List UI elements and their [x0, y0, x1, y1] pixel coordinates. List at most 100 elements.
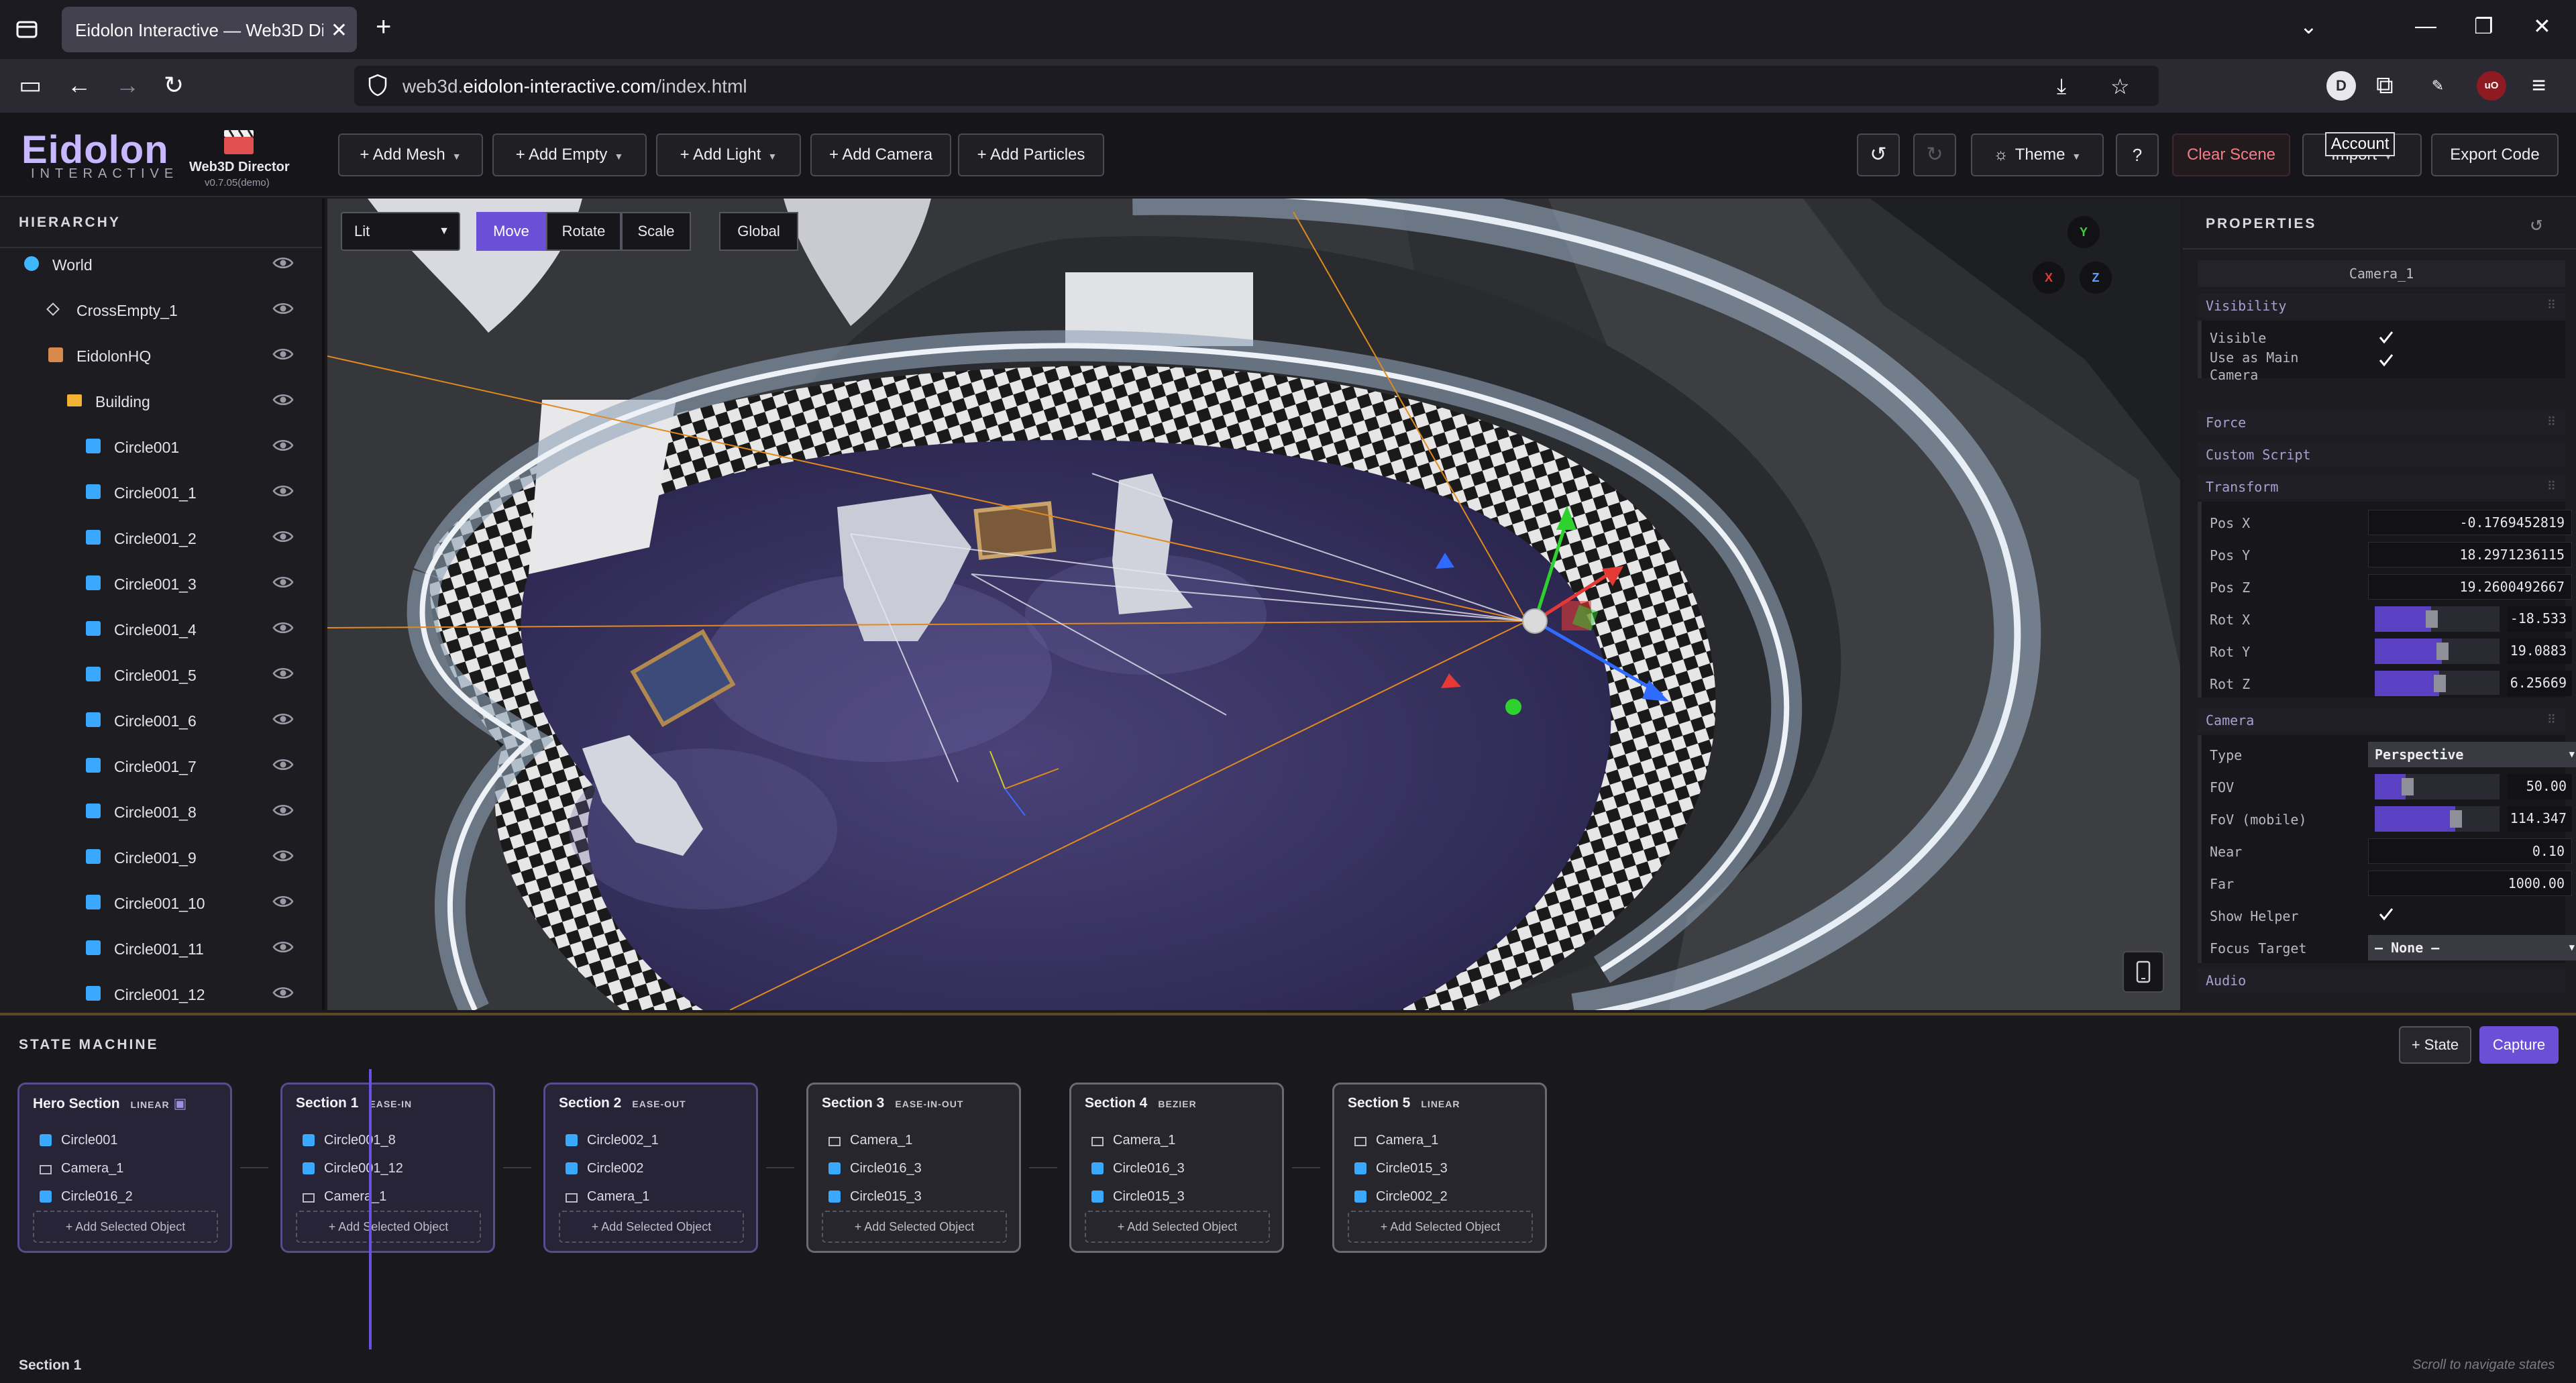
visible-checkbox[interactable] — [2377, 329, 2395, 346]
undo-icon[interactable]: ↺ — [1857, 133, 1900, 176]
easing-badge[interactable]: LINEAR — [131, 1099, 170, 1110]
export-code-button[interactable]: Export Code — [2431, 133, 2559, 176]
hierarchy-item[interactable]: Circle001_11 — [0, 926, 322, 971]
state-card[interactable]: Section 5 LINEAR Camera_1 Circle015_3 Circle… — [1332, 1083, 1547, 1253]
hierarchy-item[interactable]: Circle001_2 — [0, 515, 322, 561]
minimize-icon[interactable]: — — [2415, 13, 2436, 38]
state-object-item[interactable]: Circle001_8 — [303, 1133, 396, 1148]
timeline-playhead[interactable] — [369, 1069, 372, 1349]
hierarchy-item[interactable]: Building — [0, 378, 322, 424]
state-object-item[interactable]: Camera_1 — [1091, 1133, 1175, 1148]
visibility-eye-icon[interactable] — [272, 392, 294, 408]
bookmark-star-icon[interactable]: ☆ — [2110, 74, 2130, 99]
pos-x-input[interactable]: -0.1769452819 — [2368, 510, 2572, 535]
hierarchy-item[interactable]: Circle001 — [0, 424, 322, 469]
state-object-item[interactable]: Circle002 — [566, 1161, 643, 1176]
rot-x-input[interactable]: -18.533 — [2508, 606, 2572, 632]
add-particles-button[interactable]: + Add Particles — [958, 133, 1104, 176]
state-object-item[interactable]: Camera_1 — [303, 1189, 386, 1205]
rot-z-input[interactable]: 6.25669 — [2508, 671, 2572, 696]
ublock-icon[interactable]: uO — [2477, 71, 2506, 101]
tab-overflow-chevron-icon[interactable]: ⌄ — [2300, 13, 2318, 39]
view-axis-z-button[interactable]: Z — [2080, 262, 2112, 294]
state-object-item[interactable]: Camera_1 — [828, 1133, 912, 1148]
hierarchy-item[interactable]: Circle001_3 — [0, 561, 322, 606]
state-object-item[interactable]: Circle002_2 — [1354, 1189, 1448, 1205]
space-toggle-button[interactable]: Global — [719, 212, 798, 251]
add-empty-button[interactable]: + Add Empty ▼ — [492, 133, 647, 176]
state-object-item[interactable]: Circle002_1 — [566, 1133, 659, 1148]
hierarchy-item[interactable]: Circle001_6 — [0, 698, 322, 743]
section-camera[interactable]: Camera ⠿ — [2198, 708, 2565, 732]
state-object-item[interactable]: Circle015_3 — [1091, 1189, 1185, 1205]
state-card[interactable]: Section 3 EASE-IN-OUT Camera_1 Circle016_3 C… — [806, 1083, 1021, 1253]
section-custom-script[interactable]: Custom Script — [2198, 443, 2565, 467]
hierarchy-item[interactable]: Circle001_1 — [0, 469, 322, 515]
pos-z-input[interactable]: 19.2600492667 — [2368, 574, 2572, 600]
move-mode-button[interactable]: Move — [476, 212, 546, 251]
restore-icon[interactable]: ❐ — [2474, 13, 2493, 39]
site-security-icon[interactable] — [368, 74, 388, 97]
download-page-icon[interactable]: ⤓ — [2057, 74, 2066, 99]
add-selected-object-button[interactable]: + Add Selected Object — [1085, 1211, 1270, 1243]
fov-input[interactable]: 50.00 — [2508, 774, 2572, 799]
state-object-item[interactable]: Circle001_12 — [303, 1161, 403, 1176]
state-object-item[interactable]: Circle015_3 — [1354, 1161, 1448, 1176]
easing-badge[interactable]: BEZIER — [1158, 1099, 1196, 1109]
back-icon[interactable]: ← — [67, 71, 91, 99]
state-object-item[interactable]: Camera_1 — [1354, 1133, 1438, 1148]
state-object-item[interactable]: Camera_1 — [566, 1189, 649, 1205]
hierarchy-item[interactable]: Circle001_5 — [0, 652, 322, 698]
near-input[interactable]: 0.10 — [2368, 838, 2572, 864]
capture-button[interactable]: Capture — [2479, 1026, 2559, 1064]
reload-icon[interactable]: ↻ — [164, 71, 184, 99]
rot-y-input[interactable]: 19.0883 — [2508, 639, 2572, 664]
section-audio[interactable]: Audio — [2198, 969, 2565, 993]
hierarchy-item[interactable]: CrossEmpty_1 — [0, 287, 322, 333]
visibility-eye-icon[interactable] — [272, 437, 294, 453]
clear-scene-button[interactable]: Clear Scene — [2172, 133, 2290, 176]
fov-slider[interactable] — [2375, 774, 2500, 799]
state-card[interactable]: Hero Section LINEAR ▣ Circle001 Camera_1 Cir… — [17, 1083, 232, 1253]
3d-viewport[interactable]: Lit ▼ Move Rotate Scale Global Y X Z — [327, 199, 2180, 1010]
hierarchy-item[interactable]: EidolonHQ — [0, 333, 322, 378]
visibility-eye-icon[interactable] — [272, 757, 294, 773]
hierarchy-item[interactable]: Circle001_12 — [0, 971, 322, 1010]
visibility-eye-icon[interactable] — [272, 893, 294, 909]
easing-badge[interactable]: LINEAR — [1421, 1099, 1460, 1109]
rot-y-slider[interactable] — [2375, 639, 2500, 664]
visibility-eye-icon[interactable] — [272, 346, 294, 362]
add-selected-object-button[interactable]: + Add Selected Object — [559, 1211, 744, 1243]
url-bar[interactable]: web3d.eidolon-interactive.com/index.html… — [354, 66, 2159, 106]
hierarchy-item[interactable]: Circle001_4 — [0, 606, 322, 652]
mobile-preview-button[interactable] — [2123, 951, 2164, 993]
easing-badge[interactable]: EASE-IN-OUT — [895, 1099, 963, 1109]
state-card[interactable]: Section 4 BEZIER Camera_1 Circle016_3 Circle… — [1069, 1083, 1284, 1253]
state-object-item[interactable]: Circle015_3 — [828, 1189, 922, 1205]
visibility-eye-icon[interactable] — [272, 300, 294, 317]
reset-icon[interactable]: ↺ — [2530, 212, 2542, 235]
easing-badge[interactable]: EASE-IN — [369, 1099, 412, 1109]
visibility-eye-icon[interactable] — [272, 711, 294, 727]
state-card[interactable]: Section 2 EASE-OUT Circle002_1 Circle002 Cam… — [543, 1083, 758, 1253]
visibility-eye-icon[interactable] — [272, 255, 294, 271]
redo-icon[interactable]: ↻ — [1913, 133, 1956, 176]
add-selected-object-button[interactable]: + Add Selected Object — [33, 1211, 218, 1243]
hierarchy-item[interactable]: Circle001_8 — [0, 789, 322, 834]
tab-list-icon[interactable] — [13, 16, 40, 43]
window-close-icon[interactable]: ✕ — [2533, 13, 2551, 39]
add-mesh-button[interactable]: + Add Mesh ▼ — [338, 133, 483, 176]
sidebar-toggle-icon[interactable]: ▭ — [19, 71, 42, 99]
visibility-eye-icon[interactable] — [272, 620, 294, 636]
app-menu-icon[interactable]: ≡ — [2532, 71, 2546, 99]
scale-mode-button[interactable]: Scale — [621, 212, 691, 251]
rotate-mode-button[interactable]: Rotate — [546, 212, 621, 251]
pos-y-input[interactable]: 18.2971236115 — [2368, 542, 2572, 567]
visibility-eye-icon[interactable] — [272, 939, 294, 955]
add-selected-object-button[interactable]: + Add Selected Object — [296, 1211, 481, 1243]
state-object-item[interactable]: Circle016_2 — [40, 1189, 133, 1205]
far-input[interactable]: 1000.00 — [2368, 871, 2572, 896]
state-object-item[interactable]: Circle001 — [40, 1133, 117, 1148]
visibility-eye-icon[interactable] — [272, 802, 294, 818]
account-avatar-icon[interactable]: D — [2326, 71, 2356, 101]
